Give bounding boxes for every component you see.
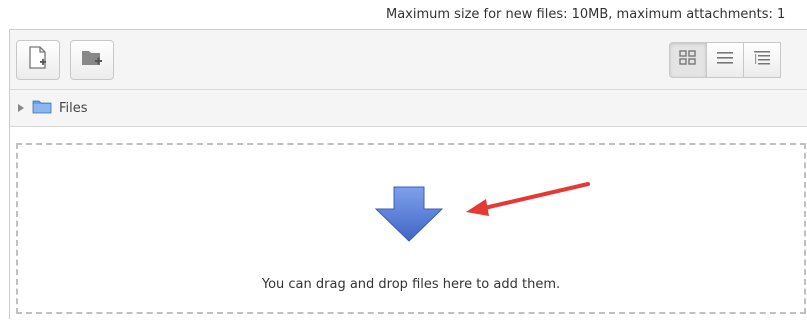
view-switcher [669, 42, 781, 78]
max-size-text: Maximum size for new files: 10MB, maximu… [386, 7, 786, 22]
add-file-icon [27, 46, 49, 74]
expand-triangle-icon[interactable] [18, 104, 24, 112]
create-folder-icon [80, 48, 104, 72]
icon-view-button[interactable] [669, 42, 707, 78]
create-folder-button[interactable] [70, 40, 114, 80]
annotation-arrow-icon [456, 179, 596, 223]
file-drop-zone[interactable]: You can drag and drop files here to add … [16, 143, 806, 314]
path-label-files[interactable]: Files [59, 101, 88, 116]
tree-view-icon [753, 50, 771, 70]
download-arrow-icon [374, 185, 444, 247]
file-manager: Files You can drag and drop files here t… [9, 29, 807, 319]
list-view-button[interactable] [706, 42, 744, 78]
drop-zone-message: You can drag and drop files here to add … [261, 277, 561, 292]
tree-view-button[interactable] [743, 42, 781, 78]
file-manager-toolbar [10, 30, 807, 90]
folder-icon [32, 99, 52, 118]
path-bar: Files [10, 90, 807, 127]
list-view-icon [716, 50, 734, 70]
add-file-button[interactable] [16, 40, 60, 80]
icon-view-icon [679, 50, 697, 70]
